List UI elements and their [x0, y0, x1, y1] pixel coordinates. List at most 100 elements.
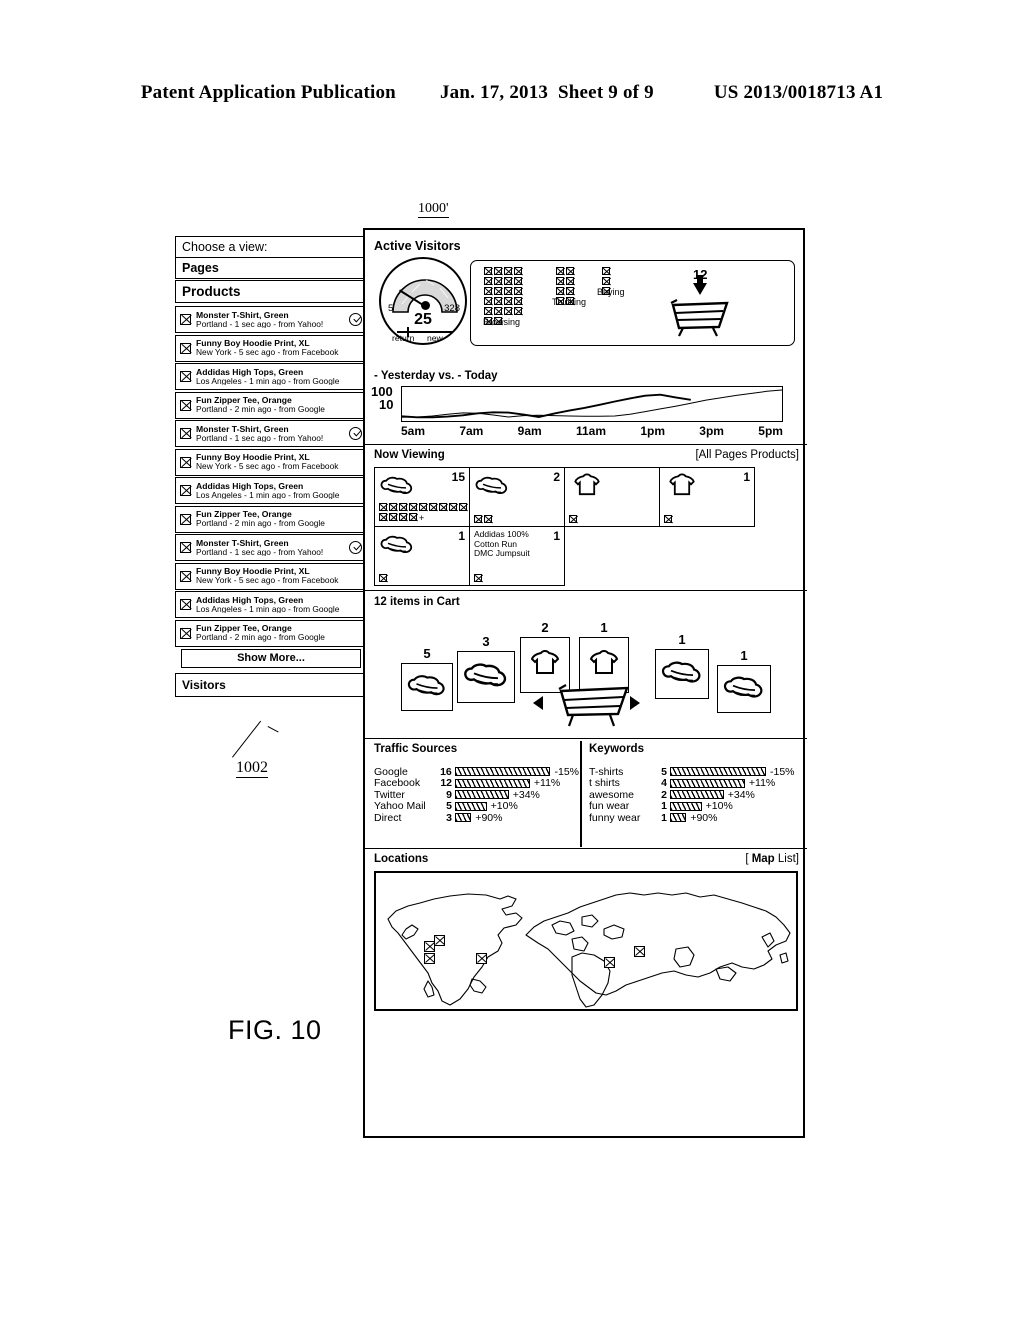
product-text: Monster T-Shirt, Green Portland - 1 sec a…: [196, 425, 346, 443]
map-pin-icon[interactable]: [476, 953, 487, 964]
shoe-thumbnail-icon: [661, 661, 701, 683]
stat-delta: +90%: [475, 811, 503, 824]
visitor-dot-icon: [514, 297, 522, 305]
traffic-sources-title: Traffic Sources: [374, 743, 458, 755]
product-list: Monster T-Shirt, Green Portland - 1 sec a…: [175, 306, 367, 647]
check-circle-icon: [349, 313, 362, 326]
cart-graphic-icon: [558, 684, 629, 727]
sidebar: Choose a view: Pages Products Monster T-…: [175, 236, 367, 697]
stat-value: 3: [446, 811, 452, 824]
visitor-dot-icon: [484, 267, 492, 275]
stat-delta: -15%: [770, 765, 795, 778]
keywords-title: Keywords: [589, 743, 644, 755]
cart-item[interactable]: 1: [655, 632, 709, 699]
now-viewing-row: 15 +2 1: [374, 467, 755, 527]
visitor-dot-icon: [514, 287, 522, 295]
sidebar-item-pages[interactable]: Pages: [175, 257, 367, 279]
stat-bar: [670, 790, 724, 800]
product-list-item[interactable]: Fun Zipper Tee, Orange Portland - 2 min a…: [175, 505, 367, 533]
publication-number: US 2013/0018713 A1: [713, 82, 884, 103]
stat-row[interactable]: fun wear 1 +10%: [589, 800, 799, 812]
now-viewing-card[interactable]: 2: [469, 467, 565, 527]
product-list-item[interactable]: Monster T-Shirt, Green Portland - 1 sec a…: [175, 306, 367, 333]
product-list-item[interactable]: Addidas High Tops, Green Los Angeles - 1 …: [175, 363, 367, 390]
stat-row[interactable]: Google 16 -15%: [374, 766, 579, 778]
product-list-item[interactable]: Monster T-Shirt, Green Portland - 1 sec a…: [175, 420, 367, 447]
carousel-prev-icon[interactable]: [533, 696, 543, 710]
product-list-item[interactable]: Funny Boy Hoodie Print, XL New York - 5 s…: [175, 448, 367, 476]
visitor-icon: [180, 599, 191, 610]
product-list-item[interactable]: Addidas High Tops, Green Los Angeles - 1 …: [175, 477, 367, 504]
visitor-dot-icon: [504, 267, 512, 275]
map-pin-icon[interactable]: [604, 957, 615, 968]
product-list-item[interactable]: Monster T-Shirt, Green Portland - 1 sec a…: [175, 534, 367, 561]
card-visitor-dots: [378, 573, 468, 583]
stat-row[interactable]: Facebook 12 +11%: [374, 777, 579, 790]
visitor-dot-icon: [484, 277, 492, 285]
product-meta: Portland - 2 min ago - from Google: [196, 632, 325, 642]
now-viewing-card[interactable]: 1: [659, 467, 755, 527]
visitor-dot-icon: [569, 515, 577, 523]
cart-item[interactable]: 5: [401, 646, 453, 711]
cart-item[interactable]: 1: [717, 648, 771, 713]
toggle-map-option[interactable]: Map: [752, 853, 775, 865]
stat-bar: [455, 790, 509, 800]
stat-row[interactable]: Direct 3 +90%: [374, 812, 579, 824]
map-pin-icon[interactable]: [634, 946, 645, 957]
now-viewing-card[interactable]: [564, 467, 660, 527]
stat-row[interactable]: T-shirts 5 -15%: [589, 766, 799, 778]
active-visitors-gauge[interactable]: 5 328 25 return new: [379, 257, 467, 345]
visitor-dot-icon: [459, 503, 467, 511]
product-meta: Portland - 2 min ago - from Google: [196, 518, 325, 528]
stat-bar: [455, 778, 530, 788]
show-more-button[interactable]: Show More...: [181, 648, 361, 668]
map-pin-icon[interactable]: [434, 935, 445, 946]
stat-delta: +11%: [533, 777, 561, 790]
product-list-item[interactable]: Fun Zipper Tee, Orange Portland - 2 min a…: [175, 619, 367, 647]
product-list-item[interactable]: Fun Zipper Tee, Orange Portland - 2 min a…: [175, 391, 367, 419]
product-meta: Los Angeles - 1 min ago - from Google: [196, 603, 340, 614]
x-tick-label: 5pm: [758, 424, 783, 438]
cart-item-count: 2: [541, 620, 549, 635]
visitor-icon: [180, 627, 191, 639]
stat-delta: +10%: [490, 800, 518, 813]
stat-row[interactable]: Yahoo Mail 5 +10%: [374, 800, 579, 813]
x-tick-label: 9am: [517, 424, 542, 438]
stat-label: Twitter: [374, 788, 405, 801]
now-viewing-title: Now Viewing: [374, 449, 445, 461]
now-viewing-card[interactable]: 1: [374, 526, 470, 586]
stat-row[interactable]: awesome 2 +34%: [589, 789, 799, 801]
now-viewing-grid: 15 +2 1 1 1 Addidas 100% Cotton Run DMC Jumps…: [374, 467, 755, 586]
stat-row[interactable]: Twitter 9 +34%: [374, 789, 579, 801]
sidebar-item-products[interactable]: Products: [175, 280, 367, 303]
stat-value: 12: [440, 777, 452, 790]
visitor-icon: [180, 399, 191, 411]
product-list-item[interactable]: Addidas High Tops, Green Los Angeles - 1 …: [175, 591, 367, 618]
world-map[interactable]: [374, 871, 798, 1011]
visitor-dot-icon: [409, 503, 417, 511]
map-pin-icon[interactable]: [424, 953, 435, 964]
carousel-next-icon[interactable]: [630, 696, 640, 710]
cart-item[interactable]: 3: [457, 634, 515, 703]
card-count: 1: [553, 529, 560, 543]
visitor-dot-icon: [494, 297, 502, 305]
toggle-list-option[interactable]: List]: [775, 853, 799, 865]
visitor-dot-icon: [389, 513, 397, 521]
more-visitors-indicator[interactable]: +: [419, 513, 424, 523]
locations-view-toggle[interactable]: [ Map List]: [745, 853, 799, 865]
x-tick-label: 3pm: [699, 424, 724, 438]
visitor-dot-icon: [429, 503, 437, 511]
cart-item-thumb: [717, 665, 771, 713]
now-viewing-scope-toggle[interactable]: [All Pages Products]: [695, 449, 799, 461]
stat-row[interactable]: t shirts 4 +11%: [589, 777, 799, 789]
stat-row[interactable]: funny wear 1 +90%: [589, 812, 799, 824]
stat-label: Direct: [374, 811, 402, 824]
now-viewing-card[interactable]: 1 Addidas 100% Cotton Run DMC Jumpsuit: [469, 526, 565, 586]
product-list-item[interactable]: Funny Boy Hoodie Print, XL New York - 5 s…: [175, 562, 367, 590]
visitor-dot-icon: [602, 267, 610, 275]
sidebar-item-visitors[interactable]: Visitors: [175, 672, 367, 697]
product-list-item[interactable]: Funny Boy Hoodie Print, XL New York - 5 s…: [175, 334, 367, 362]
active-visitors-panel: Active Visitors 5 328 25 return new Brow…: [365, 236, 807, 364]
product-meta: Portland - 1 sec ago - from Yahoo!: [196, 318, 324, 329]
now-viewing-card[interactable]: 15 +: [374, 467, 470, 527]
